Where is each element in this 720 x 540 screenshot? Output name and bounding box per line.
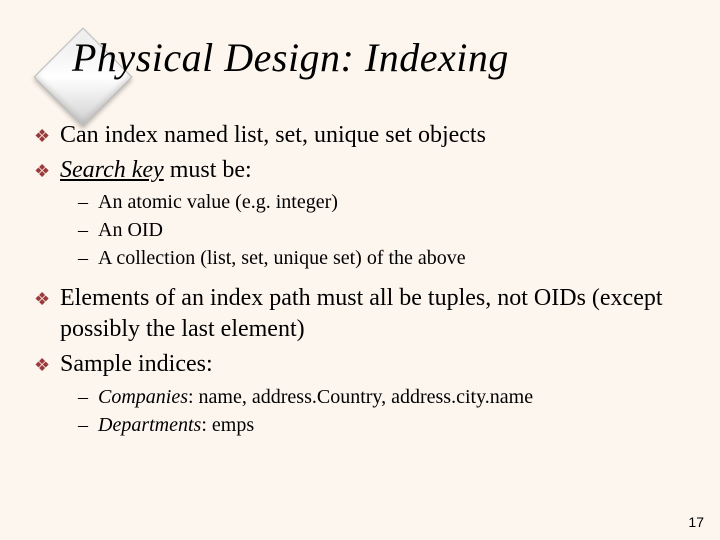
dash-bullet-icon: – (78, 217, 98, 243)
bullet-item: ❖ Can index named list, set, unique set … (34, 120, 694, 151)
diamond-bullet-icon: ❖ (34, 349, 60, 377)
sub-bullet-item: – A collection (list, set, unique set) o… (78, 245, 694, 271)
diamond-bullet-icon: ❖ (34, 120, 60, 148)
bullet-text-suffix: must be: (164, 157, 252, 183)
sub-bullet-text: A collection (list, set, unique set) of … (98, 245, 694, 271)
diamond-bullet-icon: ❖ (34, 155, 60, 183)
page-number: 17 (688, 514, 704, 530)
bullet-text: Elements of an index path must all be tu… (60, 283, 694, 344)
slide-title: Physical Design: Indexing (72, 34, 509, 81)
sub-bullet-text-suffix: : name, address.Country, address.city.na… (188, 386, 533, 408)
sub-bullet-text: An atomic value (e.g. integer) (98, 189, 694, 215)
bullet-item: ❖ Elements of an index path must all be … (34, 283, 694, 344)
sub-bullet-text-suffix: : emps (201, 414, 254, 436)
sub-bullet-item: – An OID (78, 217, 694, 243)
sub-bullet-text: Companies: name, address.Country, addres… (98, 384, 694, 410)
bullet-item: ❖ Sample indices: (34, 349, 694, 380)
sub-bullet-text: An OID (98, 217, 694, 243)
emphasis-companies: Companies (98, 386, 188, 408)
sub-bullet-item: – An atomic value (e.g. integer) (78, 189, 694, 215)
sub-bullet-text: Departments: emps (98, 412, 694, 438)
dash-bullet-icon: – (78, 189, 98, 215)
dash-bullet-icon: – (78, 245, 98, 271)
slide-body: ❖ Can index named list, set, unique set … (34, 120, 694, 440)
emphasis-departments: Departments (98, 414, 201, 436)
bullet-text: Can index named list, set, unique set ob… (60, 120, 694, 151)
bullet-item: ❖ Search key must be: (34, 155, 694, 186)
emphasis-search-key: Search key (60, 157, 164, 183)
sub-bullet-item: – Companies: name, address.Country, addr… (78, 384, 694, 410)
bullet-text: Sample indices: (60, 349, 694, 380)
sub-bullet-item: – Departments: emps (78, 412, 694, 438)
dash-bullet-icon: – (78, 412, 98, 438)
diamond-bullet-icon: ❖ (34, 283, 60, 311)
bullet-text: Search key must be: (60, 155, 694, 186)
dash-bullet-icon: – (78, 384, 98, 410)
